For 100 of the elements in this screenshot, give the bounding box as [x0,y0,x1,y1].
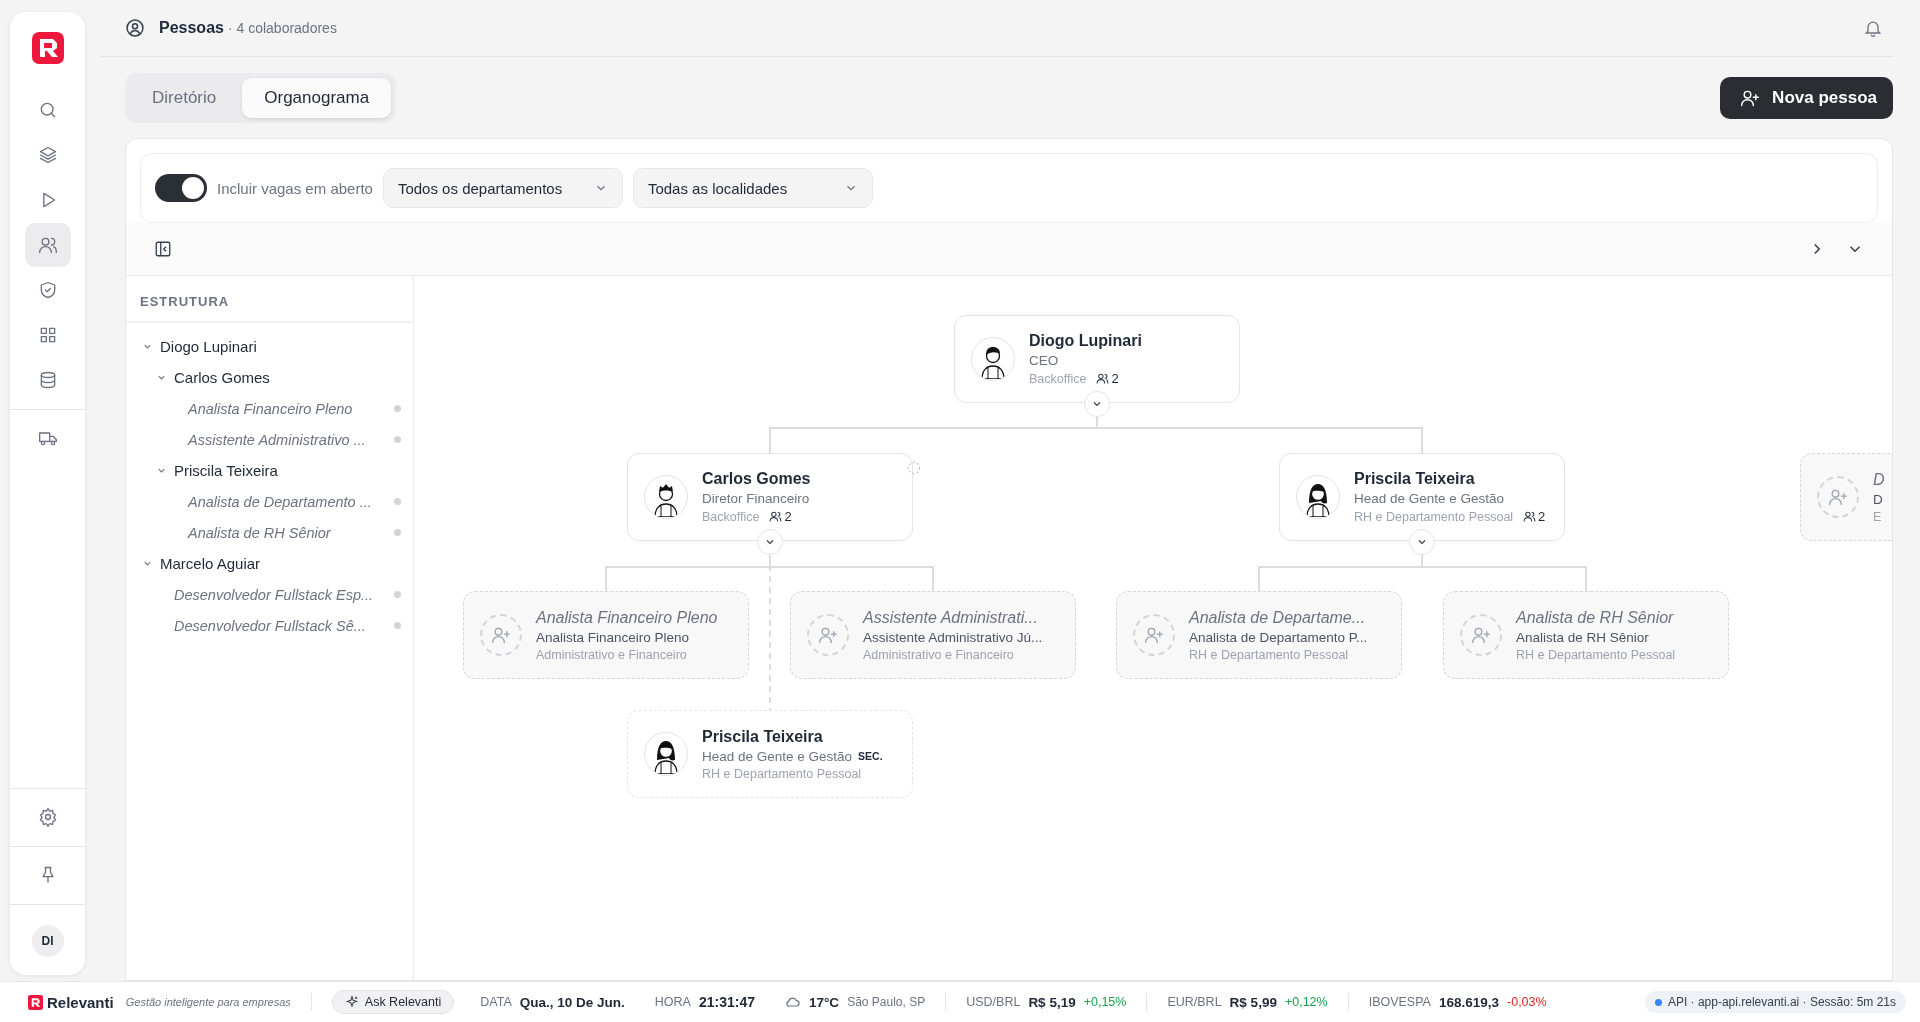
add-user-icon [1817,476,1859,518]
tree-item[interactable]: Diogo Lupinari [160,338,257,355]
node-name: Diogo Lupinari [1029,332,1142,350]
tab[interactable]: Organograma [242,78,392,118]
tree-item[interactable]: Analista Financeiro Pleno [188,400,353,417]
user-circle-icon [125,18,145,38]
org-node[interactable]: Assistente Administrati... Assistente Administrativo Jú... Administrativo e Financeiro [790,591,1076,679]
tree-item[interactable]: Assistente Administrativo ... [188,431,366,448]
node-department: RH e Departamento Pessoal [1354,509,1514,524]
tagline: Gestão inteligente para empresas [125,996,291,1008]
collapse-panel-icon[interactable] [154,240,172,258]
people-icon [1523,510,1537,523]
date-label: DATA [480,995,512,1009]
tab[interactable]: Diretório [130,78,239,118]
org-node[interactable]: Priscila Teixeira Head de Gente e Gestão SEC. RH e Departamento Pessoal [627,710,913,798]
node-role: Analista de Departamento P... [1189,629,1368,645]
status-dot [394,405,401,412]
node-role: Analista Financeiro Pleno [536,629,690,645]
node-role: Diretor Financeiro [702,491,810,506]
tree-item[interactable]: Desenvolvedor Fullstack Sê... [174,617,366,634]
tree-item[interactable]: Analista de RH Sênior [188,524,331,541]
org-node[interactable]: Analista de RH Sênior Analista de RH Sênior RH e Departamento Pessoal [1443,591,1729,679]
status-dot [394,529,401,536]
nav-button[interactable] [24,223,71,267]
layers-icon [37,145,58,165]
node-department: RH e Departamento Pessoal [1516,647,1676,662]
status-dot [1654,998,1662,1006]
node-name: Analista de Departame... [1189,608,1367,627]
tree-item[interactable]: Priscila Teixeira [174,462,278,479]
date-value: Qua., 10 De Jun. [519,994,625,1010]
toggle-switch[interactable] [155,174,207,202]
node-department: E [1873,509,1882,524]
time-label: HORA [654,995,691,1009]
secondary-tag: SEC. [858,750,883,762]
node-name: Priscila Teixeira [1354,470,1476,488]
market-value: R$ 5,19 [1028,994,1076,1010]
org-node[interactable]: D D E [1800,453,1892,541]
tree-item[interactable]: Carlos Gomes [174,369,270,386]
org-node[interactable]: Diogo Lupinari CEO Backoffice 2 [954,315,1240,403]
user-avatar[interactable]: DI [31,925,64,957]
market-value: 168.619,3 [1438,994,1499,1010]
market-label: IBOVESPA [1368,995,1431,1009]
logo-icon [28,994,43,1010]
add-user-icon [1740,88,1761,108]
node-role: Head de Gente e Gestão [702,748,853,764]
node-name: Analista de RH Sênior [1516,608,1675,627]
api-text: API · app-api.relevanti.ai · Sessão: 5m 21s [1667,995,1896,1009]
dropdown[interactable]: Todos os departamentos [382,168,623,208]
new-person-button[interactable]: Nova pessoa [1720,77,1893,119]
temperature: 17°C [808,994,840,1010]
sparkle-icon [344,995,359,1009]
users-icon [37,235,58,255]
status-dot [394,622,401,629]
market-change: +0,15% [1083,995,1127,1009]
node-name: D [1873,470,1886,489]
node-role: Analista de RH Sênior [1516,629,1649,645]
page-title: Pessoas [159,19,224,37]
ask-button[interactable]: Ask Relevanti [331,990,455,1014]
people-icon [1096,372,1110,385]
people-icon [769,510,783,523]
report-count: 2 [1111,371,1119,386]
market-change: +0,12% [1284,995,1328,1009]
node-role: Assistente Administrativo Jú... [863,629,1043,645]
time-value: 21:31:47 [698,994,755,1010]
node-role: D [1873,491,1883,507]
logo-icon [31,32,64,64]
add-user-icon [807,614,849,656]
brand-name: Relevanti [47,993,114,1011]
status-dot [394,436,401,443]
tree-item[interactable]: Analista de Departamento ... [188,493,372,510]
node-name: Assistente Administrati... [863,608,1039,627]
node-role: Head de Gente e Gestão [1354,491,1505,506]
city-name: São Paulo, SP [847,995,926,1009]
node-role: CEO [1029,353,1059,368]
node-department: Backoffice [1029,371,1087,386]
dashed-circle-icon [907,461,921,475]
status-dot [394,591,401,598]
report-count: 2 [784,509,792,524]
page-subtitle: · 4 colaboradores [227,20,337,36]
node-department: Backoffice [702,509,760,524]
tree-item[interactable]: Marcelo Aguiar [160,555,261,572]
report-count: 2 [1538,509,1546,524]
market-value: R$ 5,99 [1229,994,1277,1010]
market-change: -0,03% [1507,995,1547,1009]
add-user-icon [1133,614,1175,656]
node-name: Carlos Gomes [702,470,811,488]
node-department: RH e Departamento Pessoal [702,766,862,781]
node-name: Priscila Teixeira [702,727,824,746]
dropdown[interactable]: Todas as localidades [632,168,873,208]
add-user-icon [480,614,522,656]
org-node[interactable]: Analista Financeiro Pleno Analista Financeiro Pleno Administrativo e Financeiro [463,591,749,679]
add-user-icon [1460,614,1502,656]
market-label: EUR/BRL [1167,995,1222,1009]
toggle-label: Incluir vagas em aberto [217,179,373,197]
node-department: RH e Departamento Pessoal [1189,647,1349,662]
org-node[interactable]: Priscila Teixeira Head de Gente e Gestão RH e Departamento Pessoal 2 [1279,453,1565,541]
org-node[interactable]: Analista de Departame... Analista de Departamento P... RH e Departamento Pessoal [1116,591,1402,679]
tree-item[interactable]: Desenvolvedor Fullstack Esp... [174,586,374,603]
gear-icon [37,807,58,827]
org-node[interactable]: Carlos Gomes Diretor Financeiro Backoffice 2 [627,453,913,541]
